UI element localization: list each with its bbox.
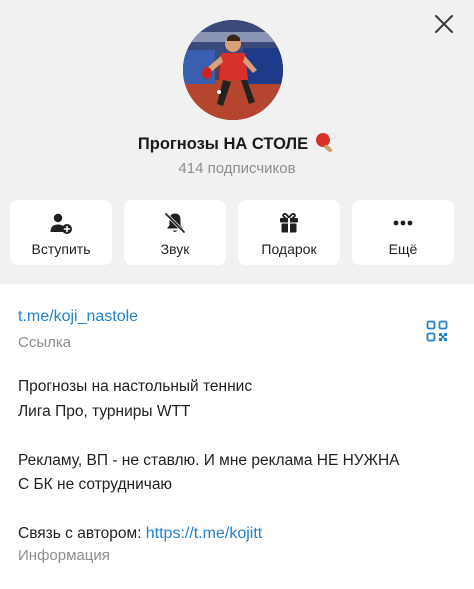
qr-code-icon — [426, 320, 448, 342]
sound-button-label: Звук — [160, 241, 190, 257]
channel-link-row: t.me/koji_nastole — [18, 308, 138, 326]
contact-link[interactable]: https://t.me/kojitt — [146, 525, 262, 542]
add-user-icon — [49, 211, 73, 235]
ping-pong-icon — [314, 132, 336, 157]
gift-icon — [277, 211, 301, 235]
link-caption: Ссылка — [18, 334, 72, 351]
description-line: Прогнозы на настольный теннис — [18, 378, 253, 395]
more-button[interactable]: Ещё — [352, 200, 454, 265]
channel-title: Прогнозы НА СТОЛЕ — [0, 132, 474, 157]
description-line: Лига Про, турниры WTT — [18, 402, 191, 420]
avatar-image — [183, 20, 283, 120]
join-button[interactable]: Вступить — [10, 200, 112, 265]
description-line: Рекламу, ВП - не ставлю. И мне реклама Н… — [18, 451, 400, 469]
sound-button[interactable]: Звук — [124, 200, 226, 265]
gift-button[interactable]: Подарок — [238, 200, 340, 265]
qr-code-button[interactable] — [426, 320, 448, 342]
contact-line: Связь с автором: https://t.me/kojitt — [18, 522, 458, 547]
info-caption: Информация — [18, 547, 110, 564]
bell-muted-icon — [163, 211, 187, 235]
gift-button-label: Подарок — [261, 241, 317, 257]
contact-prefix: Связь с автором: — [18, 525, 146, 542]
close-button[interactable] — [431, 11, 457, 37]
channel-link[interactable]: t.me/koji_nastole — [18, 308, 138, 325]
close-icon — [435, 15, 453, 33]
join-button-label: Вступить — [31, 241, 91, 257]
description-line: С БК не сотрудничаю — [18, 476, 173, 493]
subscriber-count: 414 подписчиков — [178, 160, 296, 177]
channel-avatar[interactable] — [183, 20, 283, 120]
channel-description: Прогнозы на настольный теннис Лига Про, … — [18, 375, 458, 547]
more-icon — [391, 211, 415, 235]
more-button-label: Ещё — [388, 241, 418, 257]
